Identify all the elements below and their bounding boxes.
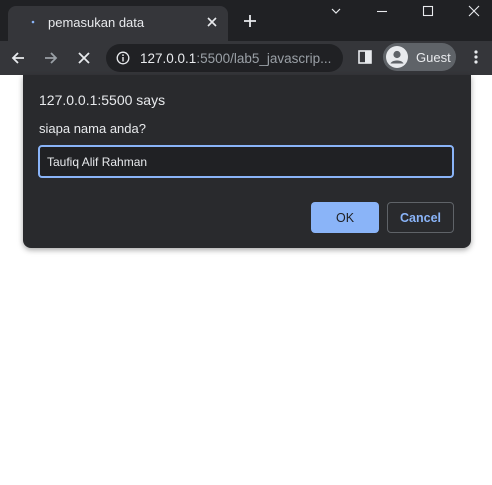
ok-button[interactable]: OK: [311, 202, 379, 233]
minimize-icon[interactable]: [375, 4, 389, 18]
more-menu-icon[interactable]: [471, 49, 481, 65]
loading-spinner-icon: [31, 20, 35, 24]
name-input[interactable]: [38, 145, 454, 178]
title-bar: pemasukan data: [0, 0, 492, 41]
stop-loading-icon[interactable]: [76, 50, 92, 66]
side-panel-icon[interactable]: [358, 50, 372, 64]
avatar-icon: [386, 46, 408, 68]
forward-arrow-icon[interactable]: [43, 50, 59, 66]
tab-title: pemasukan data: [48, 15, 145, 30]
url-text: 127.0.0.1:5500/lab5_javascrip...: [140, 51, 336, 66]
maximize-icon[interactable]: [421, 4, 435, 18]
cancel-button[interactable]: Cancel: [387, 202, 454, 233]
browser-tab[interactable]: pemasukan data: [8, 6, 228, 41]
tab-close-icon[interactable]: [204, 14, 220, 30]
url-path: :5500/lab5_javascrip...: [196, 51, 332, 66]
profile-button[interactable]: Guest: [383, 43, 456, 71]
dialog-title: 127.0.0.1:5500 says: [39, 92, 166, 108]
prompt-dialog: 127.0.0.1:5500 says siapa nama anda? OK …: [23, 75, 471, 248]
back-arrow-icon[interactable]: [10, 50, 26, 66]
address-bar[interactable]: 127.0.0.1:5500/lab5_javascrip...: [106, 44, 343, 72]
profile-label: Guest: [416, 50, 451, 65]
dialog-message: siapa nama anda?: [39, 121, 146, 136]
url-host: 127.0.0.1: [140, 51, 197, 66]
info-icon[interactable]: [116, 51, 130, 65]
chevron-down-icon[interactable]: [329, 4, 343, 18]
window-close-icon[interactable]: [467, 4, 481, 18]
new-tab-icon[interactable]: [242, 13, 258, 29]
